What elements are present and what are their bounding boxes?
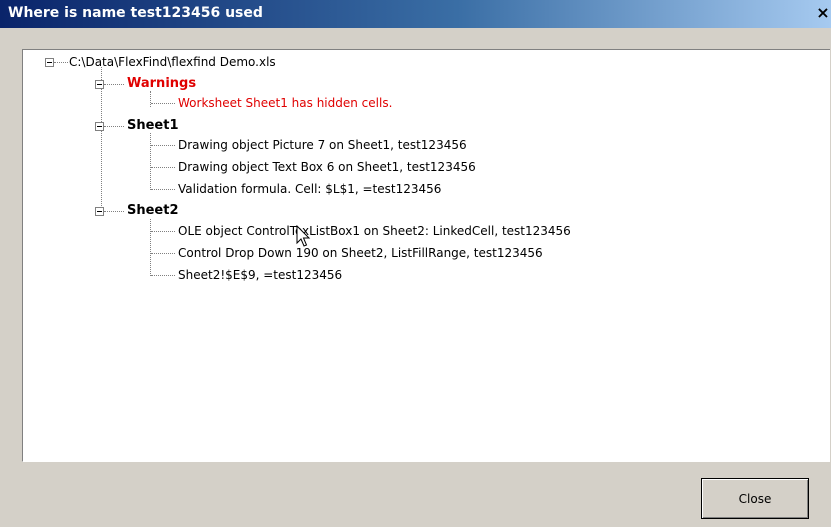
close-button[interactable]: Close: [701, 478, 809, 519]
tree-line: [151, 167, 175, 168]
collapse-toggle-root[interactable]: [45, 58, 54, 67]
collapse-toggle-sheet1[interactable]: [95, 122, 104, 131]
tree-line: [54, 62, 68, 63]
tree-item-sheet1[interactable]: Drawing object Picture 7 on Sheet1, test…: [178, 137, 467, 153]
tree-line: [104, 211, 124, 212]
collapse-toggle-sheet2[interactable]: [95, 207, 104, 216]
tree-line: [151, 103, 175, 104]
tree-item-sheet2[interactable]: Control Drop Down 190 on Sheet2, ListFil…: [178, 245, 543, 261]
tree-line: [151, 253, 175, 254]
tree-item-warning[interactable]: Worksheet Sheet1 has hidden cells.: [178, 95, 392, 111]
tree-item-sheet1[interactable]: Validation formula. Cell: $L$1, =test123…: [178, 181, 441, 197]
tree-line: [104, 126, 124, 127]
tree-item-sheet1[interactable]: Drawing object Text Box 6 on Sheet1, tes…: [178, 159, 476, 175]
close-icon[interactable]: ×: [815, 4, 831, 22]
tree-line: [150, 133, 151, 190]
tree-item-sheet2[interactable]: OLE object ControlToxListBox1 on Sheet2:…: [178, 223, 571, 239]
tree-line: [101, 67, 102, 214]
mouse-pointer-icon: [296, 225, 311, 247]
tree-line: [151, 145, 175, 146]
results-tree: C:\Data\FlexFind\flexfind Demo.xls Warni…: [23, 50, 830, 461]
tree-line: [151, 275, 175, 276]
tree-root-file[interactable]: C:\Data\FlexFind\flexfind Demo.xls: [69, 54, 276, 70]
tree-line: [150, 219, 151, 276]
tree-line: [151, 189, 175, 190]
collapse-toggle-warnings[interactable]: [95, 80, 104, 89]
tree-node-sheet2[interactable]: Sheet2: [127, 203, 179, 219]
title-bar[interactable]: Where is name test123456 used ×: [0, 0, 831, 28]
results-tree-panel[interactable]: C:\Data\FlexFind\flexfind Demo.xls Warni…: [22, 49, 830, 462]
tree-node-warnings[interactable]: Warnings: [127, 76, 196, 92]
tree-line: [104, 84, 124, 85]
tree-line: [151, 231, 175, 232]
window-title: Where is name test123456 used: [8, 5, 263, 21]
tree-node-sheet1[interactable]: Sheet1: [127, 118, 179, 134]
tree-line: [150, 91, 151, 107]
tree-item-sheet2[interactable]: Sheet2!$E$9, =test123456: [178, 267, 342, 283]
